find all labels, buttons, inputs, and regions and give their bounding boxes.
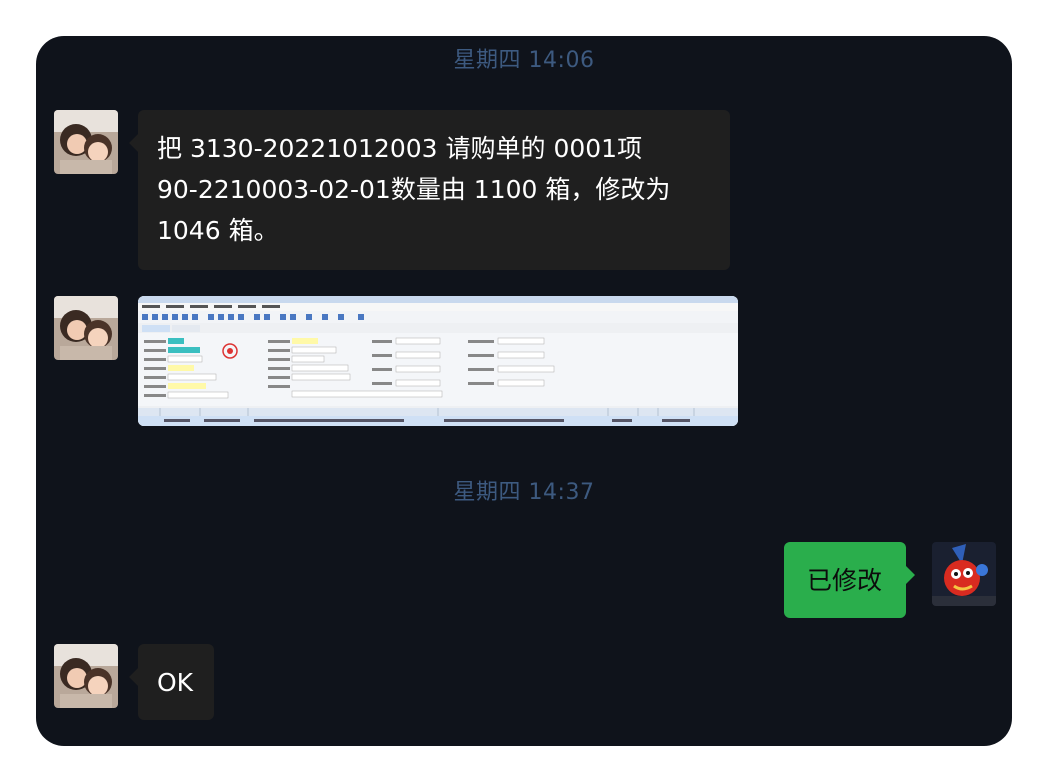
timestamp: 星期四 14:06 bbox=[453, 48, 595, 73]
contact-avatar[interactable] bbox=[54, 296, 118, 360]
chat-window: 星期四 14:06 把 3130-20221012003 请购单的 0001项 … bbox=[36, 36, 1012, 746]
avatar-photo-icon bbox=[54, 296, 118, 360]
my-message-bubble[interactable]: 已修改 bbox=[784, 542, 915, 618]
contact-avatar[interactable] bbox=[54, 644, 118, 708]
timestamp: 星期四 14:37 bbox=[453, 480, 595, 505]
contact-avatar[interactable] bbox=[54, 110, 118, 174]
message-text-line: 把 3130-20221012003 请购单的 0001项 bbox=[157, 134, 643, 163]
message-text-line: 1046 箱。 bbox=[157, 216, 279, 245]
message-text-line: 90-2210003-02-01数量由 1100 箱，修改为 bbox=[157, 175, 671, 204]
my-avatar[interactable] bbox=[932, 542, 996, 606]
message-bubble[interactable]: 把 3130-20221012003 请购单的 0001项 90-2210003… bbox=[129, 110, 730, 270]
avatar-photo-icon bbox=[54, 644, 118, 708]
avatar-cartoon-icon bbox=[932, 542, 996, 606]
image-message[interactable] bbox=[138, 296, 738, 426]
message-bubble[interactable]: OK bbox=[129, 644, 214, 720]
message-text: 已修改 bbox=[807, 566, 883, 595]
message-text: OK bbox=[157, 668, 194, 697]
erp-form-screenshot bbox=[138, 296, 738, 426]
avatar-photo-icon bbox=[54, 110, 118, 174]
